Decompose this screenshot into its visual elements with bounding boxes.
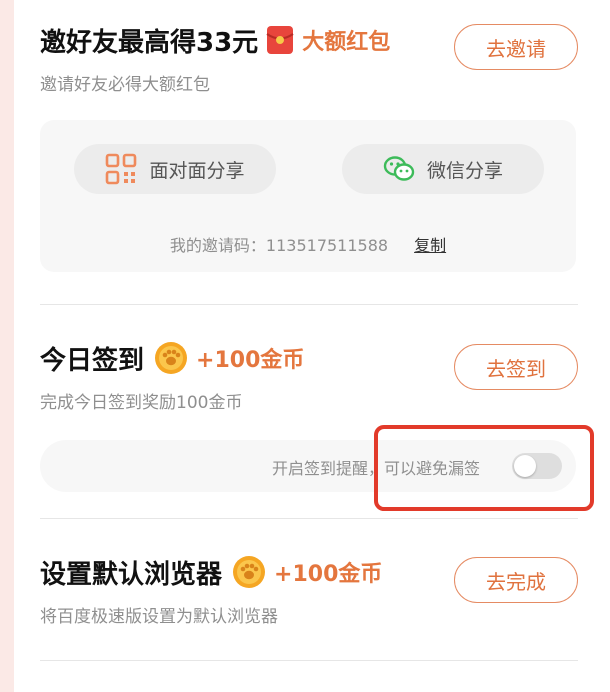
browser-reward: +100金币 [274,562,383,587]
divider [40,304,578,305]
face-to-face-share-button[interactable]: 面对面分享 [74,144,276,194]
browser-task-title: 设置默认浏览器 [40,559,223,590]
divider [40,660,578,661]
checkin-task-title: 今日签到 [40,345,145,376]
invite-code-label: 我的邀请码： [169,236,266,255]
wechat-share-button[interactable]: 微信分享 [342,144,544,194]
go-invite-button[interactable]: 去邀请 [454,24,578,70]
wechat-icon [383,156,415,181]
invite-reward: 大额红包 [302,30,391,55]
share-card: 面对面分享 微信分享 我的邀请码：113517511588 复制 [40,120,576,272]
invite-code-value: 113517511588 [265,236,389,255]
copy-code-link[interactable]: 复制 [414,236,446,255]
checkin-reward: +100金币 [196,348,305,373]
go-checkin-button[interactable]: 去签到 [454,344,578,390]
gold-coin-icon [233,556,266,588]
divider [40,518,578,519]
left-edge-rail [0,0,14,692]
gold-coin-icon [155,342,188,374]
browser-subtitle: 将百度极速版设置为默认浏览器 [40,607,278,627]
wechat-share-label: 微信分享 [426,159,503,182]
face-to-face-share-label: 面对面分享 [149,159,245,182]
invite-subtitle: 邀请好友必得大额红包 [40,75,210,95]
qr-code-icon [106,153,137,185]
red-envelope-icon [266,26,294,54]
invite-code-line: 我的邀请码：113517511588 复制 [40,232,576,256]
checkin-subtitle: 完成今日签到奖励100金币 [40,393,243,413]
invite-task-title: 邀好友最高得33元 [40,27,259,58]
highlight-annotation-box [374,425,594,511]
go-complete-button[interactable]: 去完成 [454,557,578,603]
